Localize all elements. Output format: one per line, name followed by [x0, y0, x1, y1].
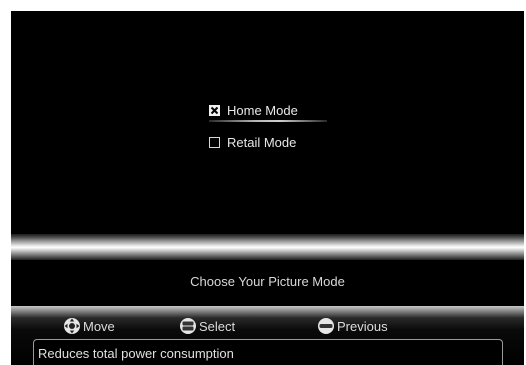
option-home-mode[interactable]: Home Mode	[209, 100, 327, 122]
picture-mode-screen: Home Mode Retail Mode Choose Your Pictur…	[0, 0, 526, 365]
help-move: Move	[61, 317, 115, 335]
description-text: Reduces total power consumption	[38, 346, 234, 361]
help-previous: Previous	[315, 317, 388, 335]
divider-band	[11, 234, 524, 260]
help-move-label: Move	[83, 318, 115, 334]
description-box: Reduces total power consumption	[33, 339, 503, 365]
checked-checkbox-icon	[209, 104, 220, 116]
unchecked-checkbox-icon	[209, 136, 220, 148]
option-retail-mode-label: Retail Mode	[227, 134, 297, 150]
option-retail-mode[interactable]: Retail Mode	[209, 132, 296, 152]
page-title: Choose Your Picture Mode	[190, 274, 345, 289]
help-select: Select	[177, 317, 235, 335]
ok-enter-icon	[177, 317, 199, 335]
option-home-mode-label: Home Mode	[227, 102, 298, 118]
title-strip: Choose Your Picture Mode	[11, 260, 524, 306]
help-bar: Move Select Previous Reduces total power…	[11, 306, 524, 365]
help-previous-label: Previous	[337, 318, 388, 334]
menu-icon	[315, 317, 337, 335]
mode-options-panel: Home Mode Retail Mode	[11, 11, 524, 234]
help-select-label: Select	[199, 318, 236, 334]
dpad-icon	[61, 317, 83, 335]
